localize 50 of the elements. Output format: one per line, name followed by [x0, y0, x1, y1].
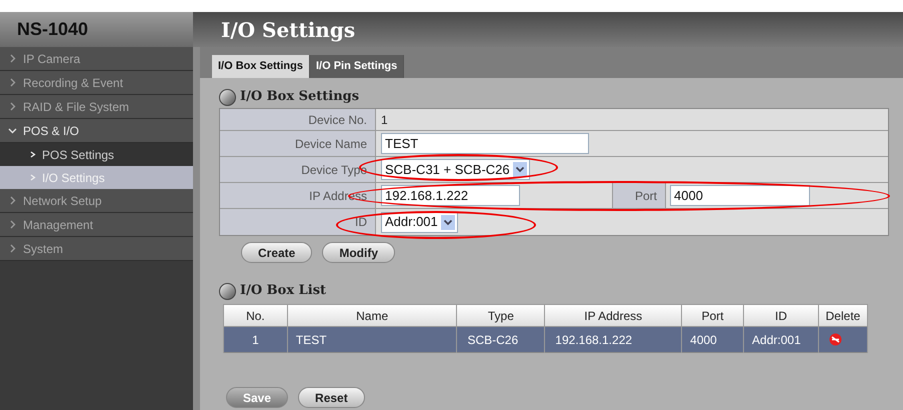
chevron-right-icon: [8, 102, 17, 111]
table-cell: Addr:001: [744, 326, 818, 352]
button[interactable]: Reset: [298, 387, 365, 408]
sidebar-item[interactable]: RAID & File System: [0, 95, 193, 119]
button[interactable]: Create: [241, 242, 312, 263]
chevron-right-icon: [8, 220, 17, 229]
chevron-right-icon: [30, 151, 36, 158]
column-header: Type: [456, 304, 545, 326]
caret-icon: [512, 162, 527, 177]
sidebar-item[interactable]: POS & I/O: [0, 119, 193, 143]
caret-icon: [440, 214, 455, 230]
chevron-right-icon: [8, 196, 17, 205]
table-cell: 192.168.1.222: [544, 326, 682, 352]
sidebar-item[interactable]: System: [0, 237, 193, 261]
sidebar-item[interactable]: IP Camera: [0, 47, 193, 71]
sidebar-item[interactable]: Network Setup: [0, 189, 193, 213]
sidebar-item[interactable]: Management: [0, 213, 193, 237]
field-label: Device Name: [220, 131, 376, 156]
section-title: I/O Box List: [240, 282, 326, 300]
page-title: I/O Settings: [221, 16, 356, 44]
table-cell: 1: [224, 326, 288, 352]
tab[interactable]: I/O Box Settings: [212, 55, 310, 78]
dropdown[interactable]: SCB-C31 + SCB-C26: [381, 159, 530, 180]
column-header: IP Address: [544, 304, 682, 326]
input-field[interactable]: 192.168.1.222: [381, 185, 520, 206]
section-title: I/O Box Settings: [240, 88, 360, 106]
field-label: ID: [220, 209, 376, 235]
dropdown[interactable]: Addr:001: [381, 212, 458, 232]
table-cell: 4000: [682, 326, 744, 352]
sidebar-subitem[interactable]: POS Settings: [0, 143, 193, 166]
chevron-down-icon: [8, 126, 17, 135]
chevron-right-icon: [30, 174, 36, 181]
field-label: Port: [612, 183, 666, 208]
field-label: Device No.: [220, 109, 376, 130]
delete-icon[interactable]: [828, 333, 842, 346]
field-value: 1: [381, 112, 388, 128]
chevron-right-icon: [8, 54, 17, 63]
tab[interactable]: I/O Pin Settings: [310, 55, 404, 78]
table-cell: SCB-C26: [456, 326, 545, 352]
product-title: NS-1040: [17, 18, 88, 41]
table-cell: TEST: [287, 326, 457, 352]
chevron-right-icon: [8, 244, 17, 253]
column-header: No.: [224, 304, 288, 326]
column-header: Name: [287, 304, 457, 326]
chevron-right-icon: [8, 78, 17, 87]
input-field[interactable]: TEST: [381, 133, 589, 154]
button[interactable]: Modify: [322, 242, 396, 263]
sidebar-item[interactable]: Recording & Event: [0, 71, 193, 95]
input-field[interactable]: 4000: [670, 185, 810, 206]
table-row[interactable]: 1 TEST SCB-C26 192.168.1.222 4000 Addr:001: [224, 326, 868, 352]
